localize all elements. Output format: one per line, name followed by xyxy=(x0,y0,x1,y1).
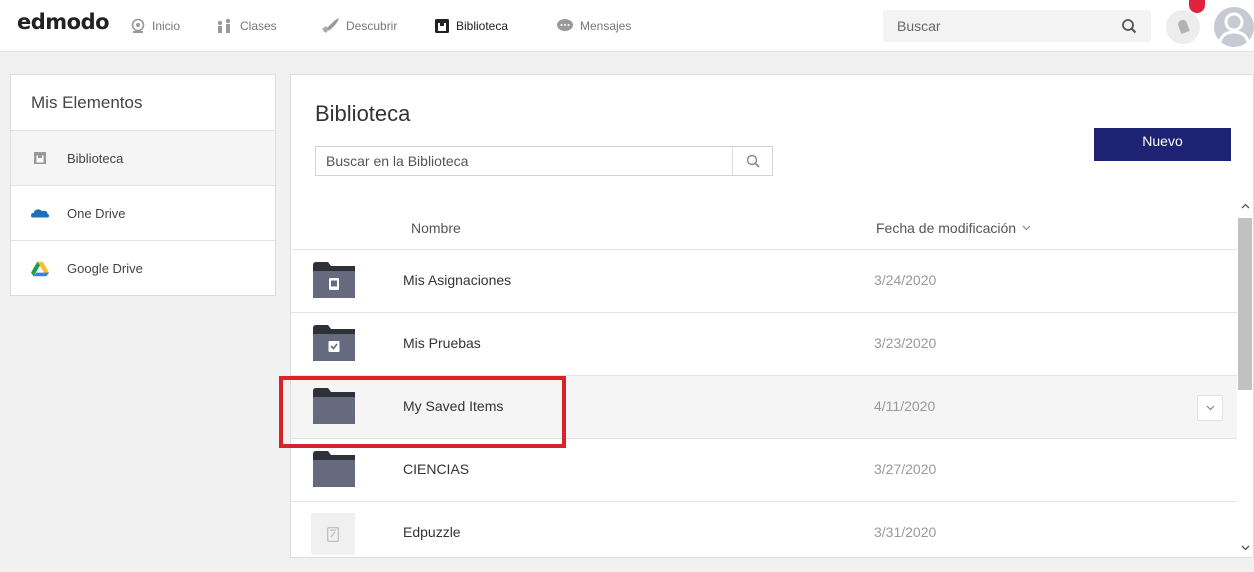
bell-icon xyxy=(1178,19,1190,35)
row-name: CIENCIAS xyxy=(403,461,470,477)
nav-clases-label: Clases xyxy=(240,19,277,33)
table-row[interactable]: Mis Pruebas 3/23/2020 xyxy=(291,313,1237,376)
google-drive-icon xyxy=(31,261,49,276)
chevron-down-icon xyxy=(1206,405,1214,411)
nav-mensajes[interactable]: Mensajes xyxy=(556,16,631,36)
row-date: 3/24/2020 xyxy=(874,272,937,288)
avatar-icon xyxy=(1217,12,1251,47)
row-date: 4/11/2020 xyxy=(874,398,936,414)
library-search xyxy=(315,146,773,176)
table-row[interactable]: Mis Asignaciones 3/24/2020 xyxy=(291,250,1237,313)
library-icon xyxy=(34,152,46,164)
sidebar-title: Mis Elementos xyxy=(11,75,275,131)
list-scrollbar[interactable] xyxy=(1236,196,1254,558)
table-row[interactable]: CIENCIAS 3/27/2020 xyxy=(291,439,1237,502)
table-row[interactable]: Edpuzzle 3/31/2020 xyxy=(291,502,1237,557)
row-date: 3/27/2020 xyxy=(874,461,937,477)
chevron-down-icon xyxy=(1241,545,1249,551)
edmodo-logo[interactable]: edmodo xyxy=(17,10,110,34)
chevron-down-icon xyxy=(1022,225,1031,231)
sidebar-item-google-drive[interactable]: Google Drive xyxy=(11,241,275,296)
nav-mensajes-label: Mensajes xyxy=(580,19,632,33)
onedrive-icon xyxy=(31,209,49,218)
nav-biblioteca[interactable]: Biblioteca xyxy=(434,16,508,36)
notifications-button[interactable] xyxy=(1166,10,1200,44)
scroll-down-button[interactable] xyxy=(1236,540,1254,556)
link-file-icon xyxy=(311,513,355,555)
nav-inicio[interactable]: Inicio xyxy=(130,16,180,36)
row-name: Edpuzzle xyxy=(403,524,461,540)
column-header-modified[interactable]: Fecha de modificación xyxy=(876,208,1031,248)
sidebar-item-label: Biblioteca xyxy=(67,150,124,166)
sidebar-item-label: Google Drive xyxy=(67,261,143,276)
message-icon xyxy=(557,19,573,31)
row-name: Mis Asignaciones xyxy=(403,272,512,288)
search-icon[interactable] xyxy=(1121,18,1137,34)
notification-badge xyxy=(1189,0,1205,13)
nav-descubrir-label: Descubrir xyxy=(346,19,398,33)
library-search-input[interactable] xyxy=(316,147,732,175)
chevron-up-icon xyxy=(1241,203,1249,209)
nav-biblioteca-label: Biblioteca xyxy=(456,19,509,33)
scroll-thumb[interactable] xyxy=(1238,218,1252,390)
sidebar-item-label: One Drive xyxy=(67,205,126,221)
top-navbar: edmodo Inicio Clases Descubrir Bibliotec… xyxy=(0,0,1254,52)
nav-inicio-label: Inicio xyxy=(152,19,181,33)
search-icon[interactable] xyxy=(746,154,760,168)
new-button[interactable]: Nuevo xyxy=(1094,128,1231,161)
page-title: Biblioteca xyxy=(315,101,411,126)
sidebar-item-biblioteca[interactable]: Biblioteca xyxy=(11,131,275,186)
column-header-modified-label: Fecha de modificación xyxy=(876,220,1017,236)
column-header-name[interactable]: Nombre xyxy=(411,208,461,248)
nav-descubrir[interactable]: Descubrir xyxy=(320,16,397,36)
row-name: Mis Pruebas xyxy=(403,335,481,351)
highlight-box xyxy=(279,376,566,448)
search-divider xyxy=(732,147,733,175)
row-date: 3/31/2020 xyxy=(874,524,937,540)
nav-clases[interactable]: Clases xyxy=(216,16,277,36)
global-search-input[interactable] xyxy=(883,10,1113,42)
library-icon xyxy=(435,19,449,33)
assignment-folder-icon xyxy=(313,262,355,298)
sidebar-item-onedrive[interactable]: One Drive xyxy=(11,186,275,241)
column-header-name-label: Nombre xyxy=(411,220,461,236)
home-icon xyxy=(131,18,145,33)
row-options-button[interactable] xyxy=(1197,395,1223,421)
user-avatar[interactable] xyxy=(1214,7,1254,47)
classes-icon xyxy=(217,18,231,33)
library-panel: Biblioteca Nuevo Nombre Fecha de modific… xyxy=(290,74,1254,558)
sidebar: Mis Elementos Biblioteca One Drive Googl… xyxy=(10,74,276,296)
folder-icon xyxy=(313,451,355,487)
row-date: 3/23/2020 xyxy=(874,335,937,351)
rocket-icon xyxy=(322,18,339,33)
global-search xyxy=(883,10,1151,42)
quiz-folder-icon xyxy=(313,325,355,361)
scroll-up-button[interactable] xyxy=(1236,198,1254,214)
